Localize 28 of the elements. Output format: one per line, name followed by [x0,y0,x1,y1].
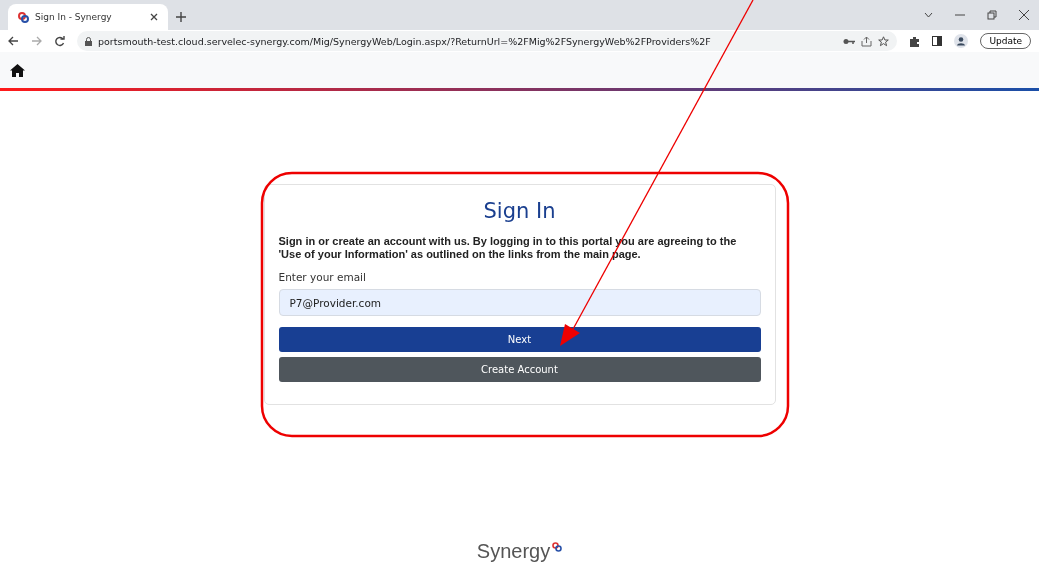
email-label: Enter your email [278,271,367,283]
footer-logo-text: Synergy [476,540,551,562]
puzzle-icon[interactable] [909,35,921,47]
key-icon[interactable] [843,37,856,45]
side-panel-icon[interactable] [932,36,943,46]
chevron-down-icon[interactable] [924,12,933,18]
restore-icon[interactable] [987,10,997,20]
create-account-button[interactable]: Create Account [278,357,761,382]
email-field[interactable]: P7@Provider.com [278,289,761,316]
url-text: portsmouth-test.cloud.servelec-synergy.com/Mig/SynergyWeb/Login.aspx/?ReturnUrl=%2FMig%2FSynergyWeb%2FProviders%2F [98,35,711,47]
app-logo-icon [18,11,29,23]
star-icon[interactable] [878,35,890,47]
lock-icon [85,36,92,46]
address-bar[interactable]: portsmouth-test.cloud.servelec-synergy.com/Mig/SynergyWeb/Login.aspx/?ReturnUrl=%2FMig%2FSynergyWeb%2FProviders%2F [77,31,898,51]
tab-title: Sign In - Synergy [35,12,113,22]
close-icon[interactable] [150,13,158,21]
profile-icon[interactable] [954,34,969,48]
logo-mark-icon [552,542,563,552]
next-button[interactable]: Next [278,327,761,352]
back-icon[interactable] [8,36,19,46]
new-tab-icon[interactable] [176,12,186,22]
close-icon[interactable] [1019,10,1029,20]
reload-icon[interactable] [54,35,65,47]
share-icon[interactable] [861,35,873,47]
update-button[interactable]: Update [980,33,1031,49]
home-icon[interactable] [10,63,25,77]
sign-in-title: Sign In [482,199,557,223]
browser-tab[interactable]: Sign In - Synergy [8,4,168,30]
